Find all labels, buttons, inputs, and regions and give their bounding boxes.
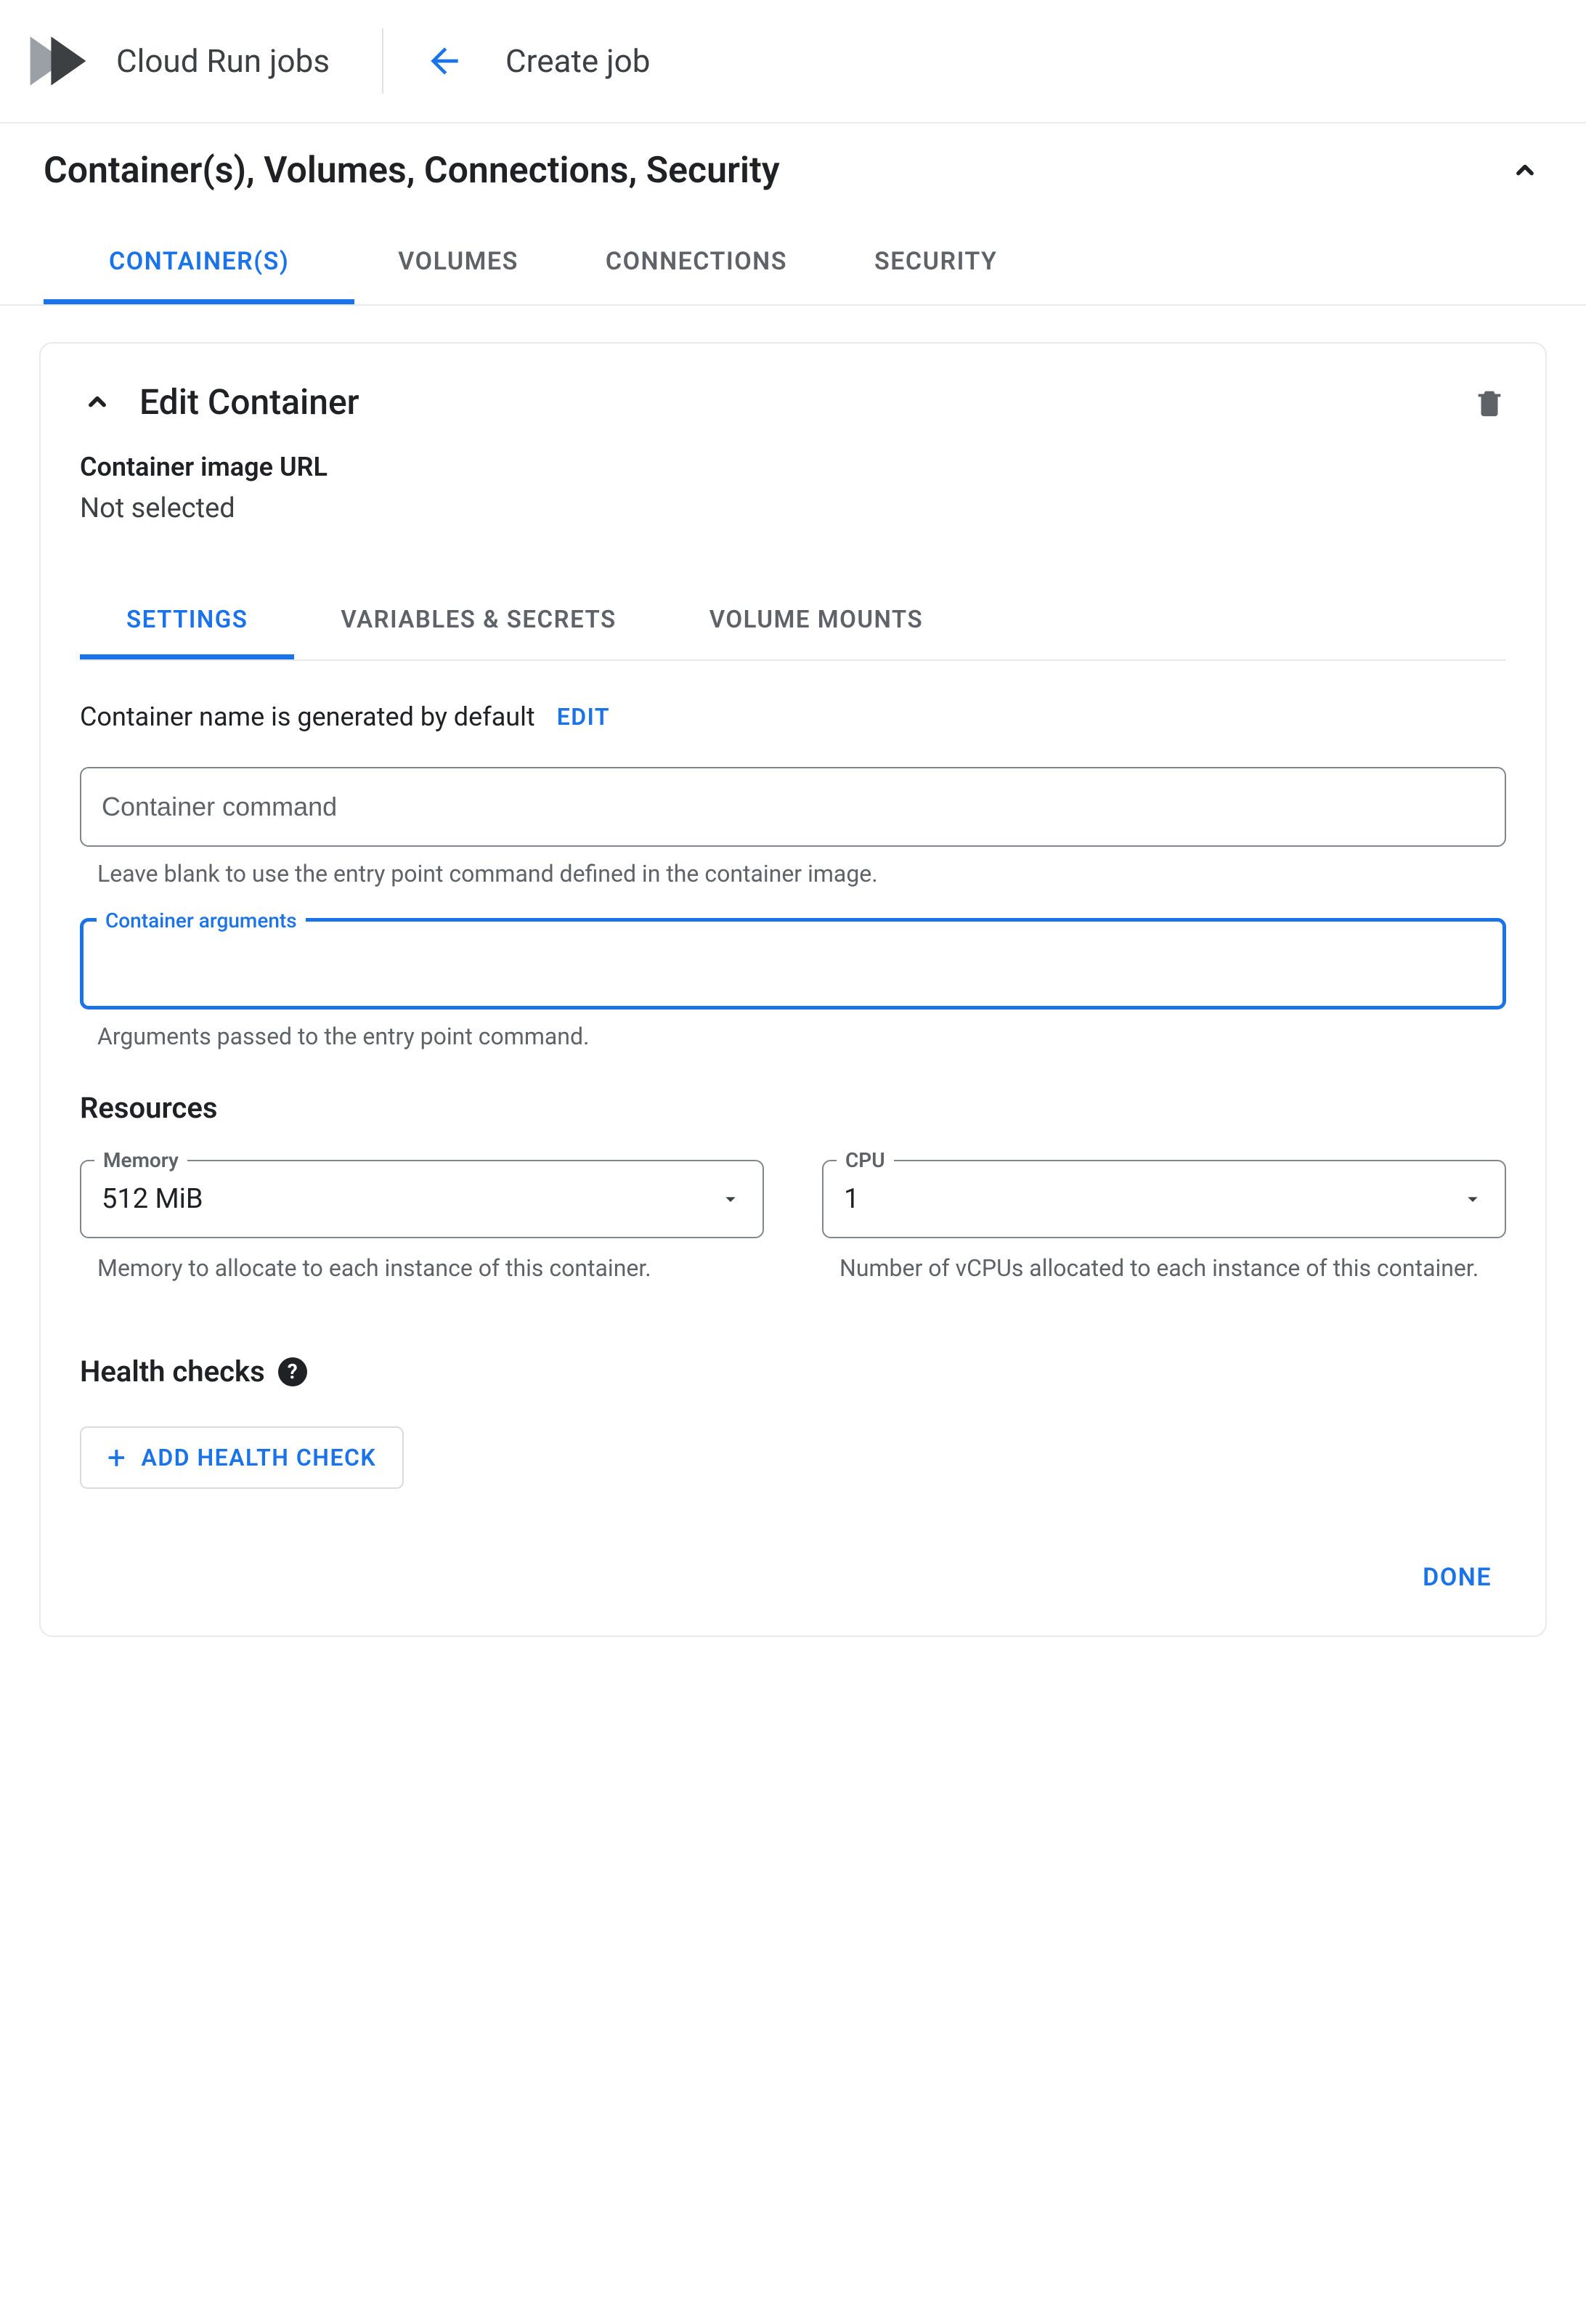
memory-helper: Memory to allocate to each instance of t…: [97, 1251, 764, 1285]
container-card: Edit Container Container image URL Not s…: [39, 342, 1547, 1637]
container-name-desc: Container name is generated by default: [80, 702, 535, 732]
delete-container-button[interactable]: [1473, 386, 1506, 419]
section-header[interactable]: Container(s), Volumes, Connections, Secu…: [0, 123, 1586, 218]
cpu-col: CPU 1 Number of vCPUs allocated to each …: [822, 1160, 1506, 1285]
divider: [382, 28, 383, 94]
app-bar: Cloud Run jobs Create job: [0, 0, 1586, 123]
product-name: Cloud Run jobs: [116, 42, 359, 80]
done-row: DONE: [80, 1554, 1506, 1601]
chevron-up-icon: [1508, 153, 1542, 188]
container-arguments-input[interactable]: [104, 948, 1482, 979]
container-image-url-label: Container image URL: [80, 452, 1506, 482]
container-image-url-value: Not selected: [80, 492, 1506, 524]
page-title: Create job: [505, 42, 650, 80]
cpu-value: 1: [844, 1183, 1461, 1215]
health-checks-heading: Health checks: [80, 1354, 265, 1389]
memory-col: Memory 512 MiB Memory to allocate to eac…: [80, 1160, 764, 1285]
add-health-check-label: ADD HEALTH CHECK: [141, 1444, 376, 1471]
help-icon[interactable]: ?: [278, 1357, 307, 1386]
tab-containers[interactable]: CONTAINER(S): [44, 218, 354, 304]
dropdown-icon: [1461, 1187, 1484, 1211]
section-title: Container(s), Volumes, Connections, Secu…: [44, 150, 780, 192]
cpu-helper: Number of vCPUs allocated to each instan…: [839, 1251, 1506, 1285]
card-header: Edit Container: [80, 381, 1506, 423]
cpu-select[interactable]: CPU 1: [822, 1160, 1506, 1238]
plus-icon: +: [107, 1450, 126, 1465]
container-arguments-field[interactable]: Container arguments: [80, 918, 1506, 1009]
done-button[interactable]: DONE: [1408, 1554, 1506, 1601]
tab-settings[interactable]: SETTINGS: [80, 582, 294, 659]
container-command-input[interactable]: [102, 792, 1484, 822]
container-command-helper: Leave blank to use the entry point comma…: [97, 860, 1506, 887]
tab-variables-secrets[interactable]: VARIABLES & SECRETS: [294, 582, 662, 659]
container-command-field[interactable]: [80, 767, 1506, 847]
section-tabs: CONTAINER(S) VOLUMES CONNECTIONS SECURIT…: [0, 218, 1586, 306]
resources-heading: Resources: [80, 1091, 1506, 1125]
container-inner-tabs: SETTINGS VARIABLES & SECRETS VOLUME MOUN…: [80, 582, 1506, 661]
cloud-run-logo-icon: [23, 26, 93, 96]
memory-value: 512 MiB: [102, 1183, 719, 1215]
container-image-url-field: Container image URL Not selected: [80, 452, 1506, 524]
container-name-row: Container name is generated by default E…: [80, 702, 1506, 732]
dropdown-icon: [719, 1187, 742, 1211]
add-health-check-button[interactable]: + ADD HEALTH CHECK: [80, 1426, 404, 1489]
health-checks-row: Health checks ?: [80, 1354, 1506, 1389]
memory-select[interactable]: Memory 512 MiB: [80, 1160, 764, 1238]
memory-label: Memory: [94, 1148, 187, 1172]
chevron-up-icon: [80, 385, 115, 420]
tab-volume-mounts[interactable]: VOLUME MOUNTS: [663, 582, 969, 659]
tab-security[interactable]: SECURITY: [831, 218, 1041, 304]
edit-container-name-button[interactable]: EDIT: [557, 703, 610, 731]
back-button[interactable]: [424, 41, 465, 81]
container-arguments-label: Container arguments: [97, 909, 306, 933]
tab-volumes[interactable]: VOLUMES: [354, 218, 562, 304]
tab-connections[interactable]: CONNECTIONS: [562, 218, 831, 304]
card-collapse-toggle[interactable]: Edit Container: [80, 381, 359, 423]
card-title: Edit Container: [139, 381, 359, 423]
container-arguments-helper: Arguments passed to the entry point comm…: [97, 1023, 1506, 1050]
cpu-label: CPU: [837, 1148, 894, 1172]
resources-row: Memory 512 MiB Memory to allocate to eac…: [80, 1160, 1506, 1285]
